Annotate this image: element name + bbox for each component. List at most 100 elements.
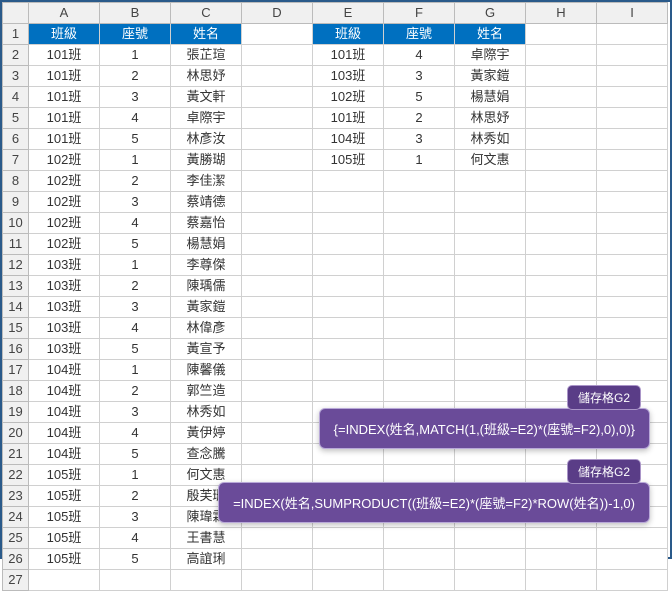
cell[interactable]: [242, 381, 313, 402]
row-header[interactable]: 24: [3, 507, 29, 528]
cell[interactable]: [526, 171, 597, 192]
column-header[interactable]: D: [242, 3, 313, 24]
lookup-name[interactable]: 林秀如: [455, 129, 526, 150]
row-header[interactable]: 9: [3, 192, 29, 213]
row-header[interactable]: 14: [3, 297, 29, 318]
cell[interactable]: [242, 360, 313, 381]
name-cell[interactable]: 卓際宇: [171, 108, 242, 129]
name-cell[interactable]: 張芷瑄: [171, 45, 242, 66]
class-cell[interactable]: 105班: [29, 528, 100, 549]
cell[interactable]: [455, 213, 526, 234]
seat-cell[interactable]: 3: [100, 297, 171, 318]
cell[interactable]: [384, 381, 455, 402]
cell[interactable]: [597, 108, 668, 129]
cell[interactable]: [597, 171, 668, 192]
cell[interactable]: [455, 570, 526, 591]
cell[interactable]: [455, 549, 526, 570]
class-cell[interactable]: 105班: [29, 549, 100, 570]
name-cell[interactable]: 陳馨儀: [171, 360, 242, 381]
seat-cell[interactable]: 1: [100, 150, 171, 171]
corner-cell[interactable]: [3, 3, 29, 24]
cell[interactable]: [455, 297, 526, 318]
column-header[interactable]: G: [455, 3, 526, 24]
column-header[interactable]: B: [100, 3, 171, 24]
row-header[interactable]: 18: [3, 381, 29, 402]
cell[interactable]: [384, 360, 455, 381]
row-header[interactable]: 15: [3, 318, 29, 339]
lookup-name[interactable]: 楊慧娟: [455, 87, 526, 108]
name-cell[interactable]: 蔡靖德: [171, 192, 242, 213]
seat-cell[interactable]: 1: [100, 255, 171, 276]
lookup-seat[interactable]: 2: [384, 108, 455, 129]
cell[interactable]: [455, 276, 526, 297]
lookup-class[interactable]: 103班: [313, 66, 384, 87]
lookup-seat[interactable]: 3: [384, 66, 455, 87]
seat-cell[interactable]: 5: [100, 339, 171, 360]
name-cell[interactable]: 查念騰: [171, 444, 242, 465]
row-header[interactable]: 21: [3, 444, 29, 465]
lookup-name[interactable]: 黃家鎧: [455, 66, 526, 87]
cell[interactable]: [242, 192, 313, 213]
row-header[interactable]: 5: [3, 108, 29, 129]
lookup-seat[interactable]: 3: [384, 129, 455, 150]
name-cell[interactable]: 陳瑀儒: [171, 276, 242, 297]
cell[interactable]: [313, 381, 384, 402]
cell[interactable]: [526, 129, 597, 150]
row-header[interactable]: 4: [3, 87, 29, 108]
cell[interactable]: [597, 45, 668, 66]
column-header[interactable]: E: [313, 3, 384, 24]
class-cell[interactable]: 104班: [29, 402, 100, 423]
cell[interactable]: [597, 549, 668, 570]
cell[interactable]: [242, 423, 313, 444]
cell[interactable]: [526, 150, 597, 171]
row-header[interactable]: 8: [3, 171, 29, 192]
row-header[interactable]: 20: [3, 423, 29, 444]
cell[interactable]: [526, 297, 597, 318]
cell[interactable]: [455, 381, 526, 402]
cell[interactable]: [313, 570, 384, 591]
class-cell[interactable]: 105班: [29, 486, 100, 507]
cell[interactable]: [455, 528, 526, 549]
cell[interactable]: [597, 192, 668, 213]
cell[interactable]: [242, 24, 313, 45]
lookup-class[interactable]: 101班: [313, 108, 384, 129]
cell[interactable]: [526, 528, 597, 549]
row-header[interactable]: 13: [3, 276, 29, 297]
lookup-header[interactable]: 座號: [384, 24, 455, 45]
cell[interactable]: [242, 213, 313, 234]
class-cell[interactable]: 101班: [29, 129, 100, 150]
row-header[interactable]: 19: [3, 402, 29, 423]
seat-cell[interactable]: 2: [100, 171, 171, 192]
table-header[interactable]: 班級: [29, 24, 100, 45]
name-cell[interactable]: 蔡嘉怡: [171, 213, 242, 234]
name-cell[interactable]: 黃文軒: [171, 87, 242, 108]
cell[interactable]: [242, 87, 313, 108]
cell[interactable]: [455, 339, 526, 360]
class-cell[interactable]: 104班: [29, 381, 100, 402]
row-header[interactable]: 6: [3, 129, 29, 150]
row-header[interactable]: 3: [3, 66, 29, 87]
cell[interactable]: [597, 276, 668, 297]
seat-cell[interactable]: 2: [100, 381, 171, 402]
cell[interactable]: [242, 255, 313, 276]
cell[interactable]: [242, 318, 313, 339]
seat-cell[interactable]: 1: [100, 360, 171, 381]
name-cell[interactable]: 王書慧: [171, 528, 242, 549]
name-cell[interactable]: 黃伊婷: [171, 423, 242, 444]
name-cell[interactable]: 郭竺造: [171, 381, 242, 402]
cell[interactable]: [526, 66, 597, 87]
cell[interactable]: [597, 66, 668, 87]
row-header[interactable]: 10: [3, 213, 29, 234]
row-header[interactable]: 22: [3, 465, 29, 486]
cell[interactable]: [384, 171, 455, 192]
row-header[interactable]: 23: [3, 486, 29, 507]
row-header[interactable]: 2: [3, 45, 29, 66]
cell[interactable]: [384, 297, 455, 318]
class-cell[interactable]: 105班: [29, 465, 100, 486]
lookup-seat[interactable]: 4: [384, 45, 455, 66]
row-header[interactable]: 11: [3, 234, 29, 255]
cell[interactable]: [597, 129, 668, 150]
cell[interactable]: [313, 276, 384, 297]
cell[interactable]: [384, 528, 455, 549]
cell[interactable]: [384, 318, 455, 339]
